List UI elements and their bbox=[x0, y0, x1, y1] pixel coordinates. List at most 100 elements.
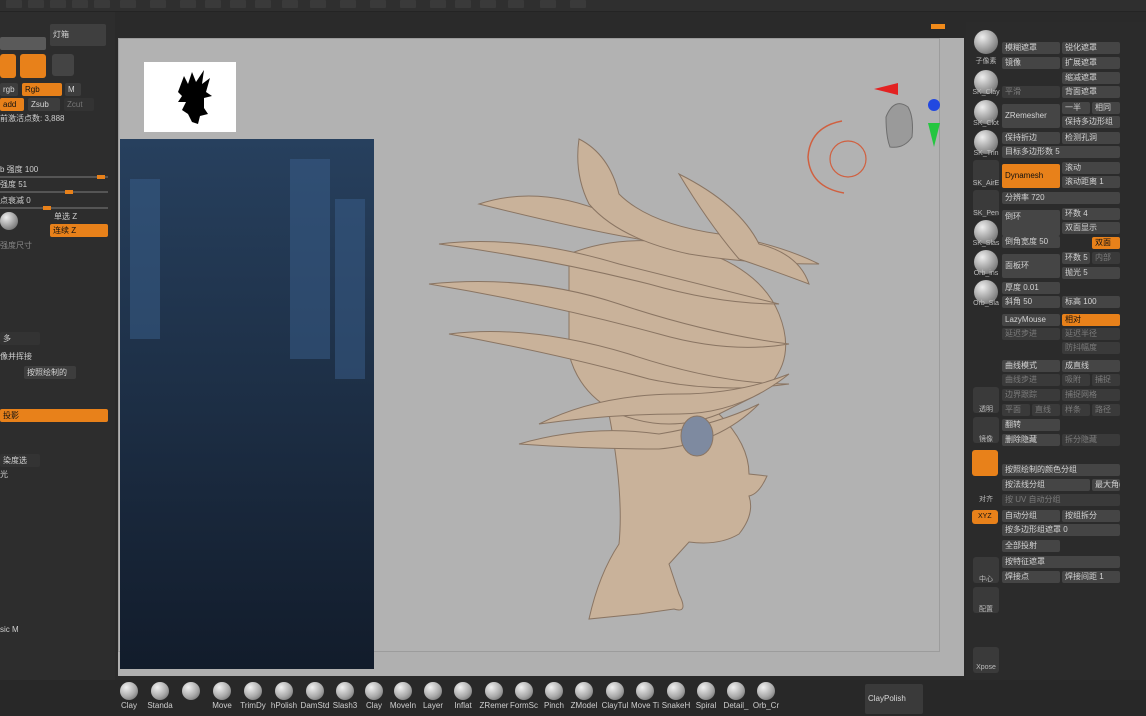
loops-slider[interactable]: 环数 4 bbox=[1062, 208, 1120, 220]
menu-item[interactable] bbox=[480, 0, 496, 8]
brush-slot[interactable]: ZRemer bbox=[479, 680, 509, 716]
lazy-step-slider[interactable]: 延迟步进 bbox=[1002, 328, 1060, 340]
menu-item[interactable] bbox=[230, 0, 246, 8]
sharpen-mask-button[interactable]: 锐化遮罩 bbox=[1062, 42, 1120, 54]
left-light-label[interactable]: 光 bbox=[0, 470, 8, 480]
menu-item[interactable] bbox=[205, 0, 221, 8]
lazy-radius-slider[interactable]: 延迟半径 bbox=[1062, 328, 1120, 340]
bpr-render-icon[interactable] bbox=[974, 30, 998, 54]
menu-item[interactable] bbox=[540, 0, 556, 8]
menu-item[interactable] bbox=[508, 0, 524, 8]
target-polycount-slider[interactable]: 目标多边形数 5 bbox=[1002, 146, 1120, 158]
brush-alpha-icon[interactable] bbox=[0, 212, 18, 230]
left-tool-button[interactable]: 多 bbox=[0, 332, 40, 345]
head-sculpt-model[interactable] bbox=[419, 94, 839, 664]
menu-item[interactable] bbox=[50, 0, 66, 8]
curve-mode-button[interactable]: 曲线模式 bbox=[1002, 360, 1060, 372]
border-follow-button[interactable]: 边界跟踪 bbox=[1002, 389, 1060, 401]
left-option-button[interactable]: 按照绘制的 bbox=[24, 366, 76, 379]
mask-by-feature-button[interactable]: 按特征遮罩 bbox=[1002, 556, 1120, 568]
mirror-button[interactable]: 镜像 bbox=[1002, 57, 1060, 69]
weld-points-button[interactable]: 焊接点 bbox=[1002, 571, 1060, 583]
menu-item[interactable] bbox=[400, 0, 416, 8]
panel-loops-button[interactable]: 面板环 bbox=[1002, 254, 1060, 278]
projection-button[interactable]: 投影 bbox=[0, 409, 108, 422]
menu-item[interactable] bbox=[430, 0, 446, 8]
plane-button[interactable]: 平面 bbox=[1002, 404, 1030, 416]
menu-item[interactable] bbox=[180, 0, 196, 8]
smooth-slider[interactable]: 平滑 bbox=[1002, 86, 1060, 98]
menu-item[interactable] bbox=[370, 0, 386, 8]
zremesher-button[interactable]: ZRemesher bbox=[1002, 104, 1060, 128]
brush-slot[interactable]: Inflat bbox=[448, 680, 478, 716]
auto-group-button[interactable]: 自动分组 bbox=[1002, 510, 1060, 522]
brush-slot[interactable] bbox=[176, 680, 206, 716]
z-strength-label[interactable]: 强度 51 bbox=[0, 180, 27, 190]
zsub-button[interactable]: Zsub bbox=[28, 98, 60, 111]
left-option-button-2[interactable]: 染度选 bbox=[0, 454, 40, 467]
brush-slot[interactable]: Move Ti bbox=[630, 680, 660, 716]
curve-step-slider[interactable]: 曲线步进 bbox=[1002, 374, 1060, 386]
project-all-button[interactable]: 全部投射 bbox=[1002, 540, 1060, 552]
same-button[interactable]: 相同 bbox=[1092, 102, 1120, 114]
bevel-width-slider[interactable]: 倒角宽度 50 bbox=[1002, 236, 1060, 248]
flip-button[interactable]: 翻转 bbox=[1002, 419, 1060, 431]
menu-item[interactable] bbox=[72, 0, 88, 8]
group-by-color-button[interactable]: 按照绘制的颜色分组 bbox=[1002, 464, 1120, 476]
zadd-button[interactable]: add bbox=[0, 98, 24, 111]
menu-item[interactable] bbox=[150, 0, 166, 8]
menu-item[interactable] bbox=[282, 0, 298, 8]
menu-item[interactable] bbox=[455, 0, 471, 8]
z-strength-slider[interactable] bbox=[0, 190, 108, 194]
move-mode-icon[interactable] bbox=[20, 54, 46, 78]
brush-slot[interactable]: Pinch bbox=[539, 680, 569, 716]
bevel-button[interactable]: 倒环 bbox=[1002, 210, 1060, 236]
xyz-symmetry-button[interactable]: XYZ bbox=[972, 510, 998, 524]
scale-mode-icon[interactable] bbox=[52, 54, 74, 76]
shrink-mask-button[interactable]: 缩减遮罩 bbox=[1062, 72, 1120, 84]
dynamesh-button[interactable]: Dynamesh bbox=[1002, 164, 1060, 188]
group-by-normals-button[interactable]: 按法线分组 bbox=[1002, 479, 1090, 491]
relative-button[interactable]: 相对 bbox=[1062, 314, 1120, 326]
brush-slot[interactable]: SnakeH bbox=[661, 680, 691, 716]
half-button[interactable]: 一半 bbox=[1062, 102, 1090, 114]
blur-mask-button[interactable]: 模糊遮罩 bbox=[1002, 42, 1060, 54]
menu-item[interactable] bbox=[28, 0, 44, 8]
keep-creases-button[interactable]: 保持折边 bbox=[1002, 132, 1060, 144]
capture-button[interactable]: 捕捉 bbox=[1092, 374, 1120, 386]
left-option-text[interactable]: 像并挥接 bbox=[0, 352, 32, 362]
lightbox-button[interactable]: 灯箱 bbox=[50, 24, 106, 46]
menu-item[interactable] bbox=[6, 0, 22, 8]
menu-item[interactable] bbox=[94, 0, 110, 8]
double-display-button[interactable]: 双面显示 bbox=[1062, 222, 1120, 234]
resolution-slider[interactable]: 分辨率 720 bbox=[1002, 192, 1120, 204]
thickness-slider[interactable]: 厚度 0.01 bbox=[1002, 282, 1060, 294]
as-line-button[interactable]: 成直线 bbox=[1062, 360, 1120, 372]
line-button[interactable]: 直线 bbox=[1032, 404, 1060, 416]
polish2-slider[interactable]: 抛光 5 bbox=[1062, 267, 1120, 279]
brush-slot[interactable]: hPolish bbox=[269, 680, 299, 716]
claypolish-button[interactable]: ClayPolish bbox=[865, 684, 923, 714]
draw-mode-icon[interactable] bbox=[0, 54, 16, 78]
polish-slider[interactable]: 环数 5 bbox=[1062, 252, 1090, 264]
uv-group-button[interactable]: 按 UV 自动分组 bbox=[1002, 494, 1120, 506]
delete-hidden-button[interactable]: 删除隐藏 bbox=[1002, 434, 1060, 446]
m-button[interactable]: M bbox=[65, 83, 81, 96]
focal-shift-slider[interactable] bbox=[0, 206, 108, 210]
max-angle-slider[interactable]: 最大角( bbox=[1092, 479, 1120, 491]
document-canvas[interactable] bbox=[118, 38, 964, 676]
brush-slot[interactable]: Layer bbox=[418, 680, 448, 716]
elevation-slider[interactable]: 标高 100 bbox=[1062, 296, 1120, 308]
backface-mask-button[interactable]: 背面遮罩 bbox=[1062, 86, 1120, 98]
path-button[interactable]: 路径 bbox=[1092, 404, 1120, 416]
inner-button[interactable]: 内部 bbox=[1092, 252, 1120, 264]
keep-groups-button[interactable]: 保持多边形组 bbox=[1062, 116, 1120, 128]
spline-button[interactable]: 样条 bbox=[1062, 404, 1090, 416]
brush-slot[interactable]: Clay bbox=[114, 680, 144, 716]
snap-button[interactable]: 吸附 bbox=[1062, 374, 1090, 386]
brush-slot[interactable]: Slash3 bbox=[330, 680, 360, 716]
weld-distance-slider[interactable]: 焊接间距 1 bbox=[1062, 571, 1120, 583]
left-tool-slot[interactable] bbox=[0, 37, 46, 50]
rgb-toggle[interactable]: rgb bbox=[0, 83, 18, 96]
menu-item[interactable] bbox=[340, 0, 356, 8]
